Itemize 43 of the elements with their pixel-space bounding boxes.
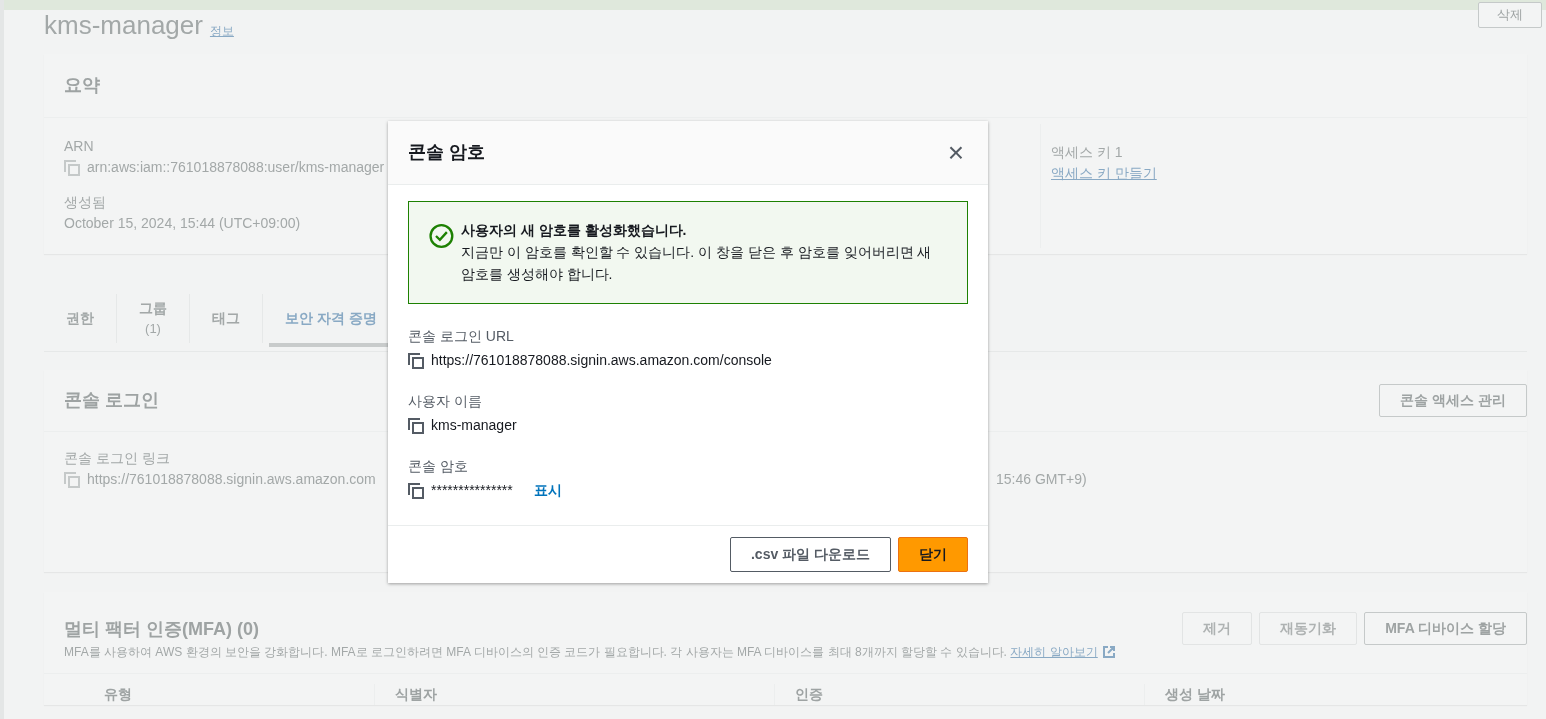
info-link[interactable]: 정보 <box>209 21 234 40</box>
field-label: 콘솔 로그인 URL <box>408 327 514 346</box>
copy-icon[interactable] <box>408 417 424 434</box>
download-csv-button[interactable]: .csv 파일 다운로드 <box>729 537 891 572</box>
tab[interactable]: 권한 <box>44 294 117 343</box>
alert-title: 사용자의 새 암호를 활성화했습니다. <box>460 221 688 240</box>
section-heading: 요약 <box>44 54 1527 118</box>
show-link[interactable]: 표시 <box>533 480 562 501</box>
create-access-key-link[interactable]: 액세스 키 만들기 <box>1051 163 1157 184</box>
external-link-icon <box>1101 645 1116 659</box>
field-label: 콘솔 로그인 링크 <box>64 449 170 468</box>
field-value: https://761018878088.signin.aws.amazon.com <box>87 470 376 489</box>
delete-button[interactable]: 삭제 <box>1478 2 1542 28</box>
mfa-action-button[interactable]: MFA 디바이스 할당 <box>1364 612 1527 645</box>
section-heading: 콘솔 로그인 <box>64 389 159 412</box>
field-value: October 15, 2024, 15:44 (UTC+09:00) <box>64 214 301 233</box>
alert-message: 지금만 이 암호를 확인할 수 있습니다. 이 창을 닫은 후 암호를 잊어버리면 새 암호를 생성해야 합니다. <box>460 243 933 284</box>
tab[interactable]: 그룹 (1) <box>117 294 190 343</box>
column-header: 유형 <box>103 685 133 704</box>
page-title: kms-manager <box>44 10 203 40</box>
close-dialog-button[interactable]: 닫기 <box>898 537 968 572</box>
field-value: kms-manager <box>431 416 517 435</box>
field-label: 사용자 이름 <box>408 392 482 411</box>
column-header: 인증 <box>774 684 1144 705</box>
column-header: 식별자 <box>374 684 774 705</box>
field-label: 콘솔 암호 <box>408 457 468 476</box>
copy-icon[interactable] <box>408 352 424 369</box>
copy-icon[interactable] <box>408 482 424 499</box>
field-value: https://761018878088.signin.aws.amazon.com/console <box>431 351 772 370</box>
tab[interactable]: 태그 <box>190 294 263 343</box>
close-button[interactable]: × <box>943 138 968 167</box>
learn-more-link[interactable]: 자세히 알아보기 <box>1010 643 1098 661</box>
description-text: MFA를 사용하여 AWS 환경의 보안을 강화합니다. MFA로 로그인하려면 MFA 디바이스의 인증 코드가 필요합니다. 각 사용자는 MFA 디바이스를 최대 8개까지 할당할 수 있습니다. <box>64 644 1007 661</box>
manage-console-access-button[interactable]: 콘솔 액세스 관리 <box>1379 384 1527 417</box>
field-label: 액세스 키 1 <box>1051 143 1124 162</box>
field-value: *************** <box>431 481 513 500</box>
section-heading: 멀티 팩터 인증(MFA) (0) <box>64 618 260 641</box>
field-label: 생성됨 <box>64 193 106 212</box>
dialog-title: 콘솔 암호 <box>408 141 485 164</box>
field-value: 15:46 GMT+9) <box>996 471 1087 487</box>
field-value: arn:aws:iam::761018878088:user/kms-manager <box>87 158 385 177</box>
column-header: 생성 날짜 <box>1144 684 1344 705</box>
field-label: ARN <box>64 137 94 156</box>
